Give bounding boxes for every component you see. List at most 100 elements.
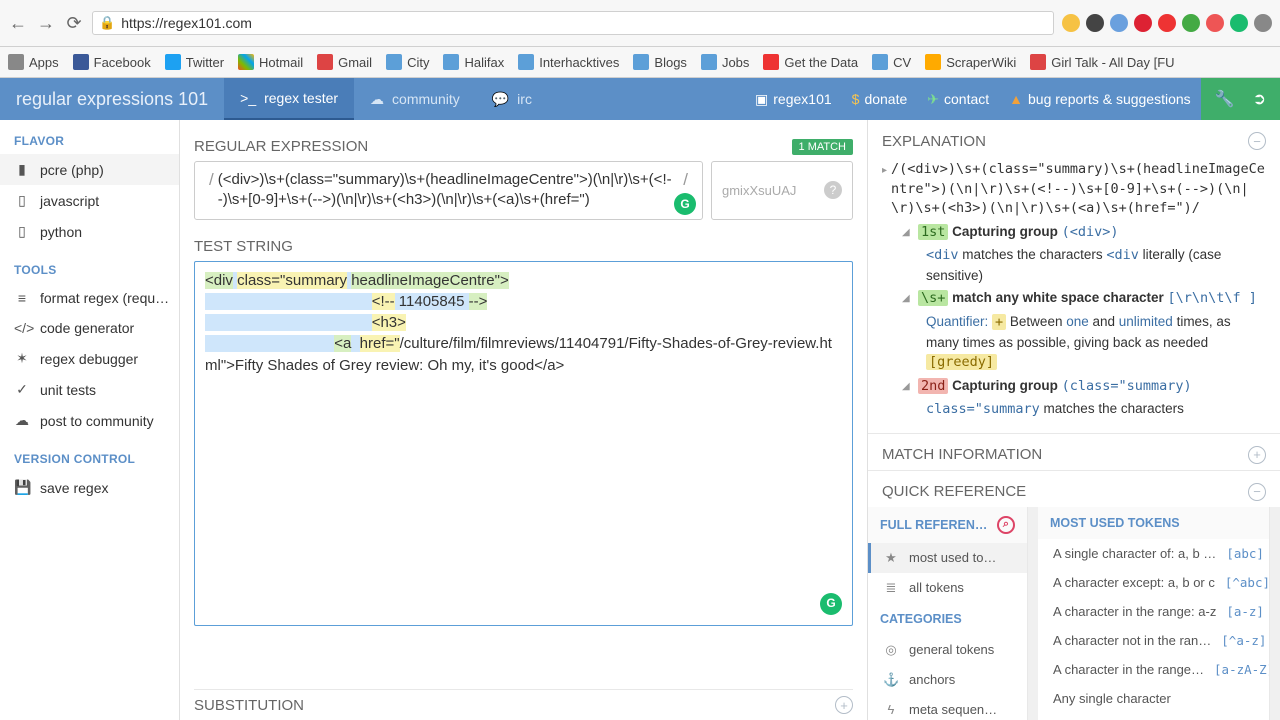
regex-input[interactable]: / (<div>)\s+(class="summary)\s+(headline… xyxy=(194,161,703,220)
qr-item-anchors[interactable]: ⚓anchors xyxy=(868,665,1027,695)
bookmark-item[interactable]: Twitter xyxy=(165,54,224,70)
scrollbar[interactable] xyxy=(1028,507,1038,720)
bookmark-item[interactable]: CV xyxy=(872,54,911,70)
sidebar-item-debugger[interactable]: ✶regex debugger xyxy=(0,343,179,374)
twitter-icon: ▣ xyxy=(755,91,768,108)
grammarly-icon[interactable]: G xyxy=(674,193,696,215)
url-bar[interactable]: 🔒 https://regex101.com xyxy=(92,11,1054,35)
cloud-icon: ☁ xyxy=(14,412,30,429)
section-substitution-head[interactable]: SUBSTITUTION + xyxy=(194,689,853,720)
bookmark-item[interactable]: Interhacktives xyxy=(518,54,619,70)
grammarly-icon[interactable]: G xyxy=(820,593,842,615)
file-icon: ▯ xyxy=(14,192,30,209)
cloud-icon: ☁ xyxy=(370,91,384,108)
wrench-icon[interactable]: 🔧 xyxy=(1215,89,1235,109)
reload-icon[interactable]: ⟳ xyxy=(64,13,84,33)
link-regex101-twitter[interactable]: ▣regex101 xyxy=(745,91,842,108)
target-icon: ◎ xyxy=(883,642,899,658)
bookmark-item[interactable]: Girl Talk - All Day [FU xyxy=(1030,54,1174,70)
sidebar-item-javascript[interactable]: ▯javascript xyxy=(0,185,179,216)
sidebar-item-format[interactable]: ≡format regex (requ… xyxy=(0,283,179,313)
bolt-icon: ϟ xyxy=(883,702,899,717)
main-layout: FLAVOR ▮pcre (php) ▯javascript ▯python T… xyxy=(0,120,1280,720)
sidebar-head-vc: VERSION CONTROL xyxy=(0,446,179,472)
link-donate[interactable]: $donate xyxy=(842,91,918,107)
top-actions: 🔧 ➲ xyxy=(1201,78,1280,120)
regex-pattern-text: (<div>)\s+(class="summary)\s+(headlineIm… xyxy=(218,170,680,211)
tri-icon[interactable]: ◢ xyxy=(902,222,914,241)
sidebar-head-tools: TOOLS xyxy=(0,257,179,283)
plus-icon[interactable]: + xyxy=(1248,446,1266,464)
save-icon: 💾 xyxy=(14,479,30,496)
tab-community[interactable]: ☁community xyxy=(354,78,476,120)
sidebar-item-codegen[interactable]: </>code generator xyxy=(0,313,179,343)
flags-placeholder: gmixXsuUAJ xyxy=(722,183,796,198)
qr-left-header: FULL REFEREN…⌕ xyxy=(868,507,1027,543)
quickref-body: FULL REFEREN…⌕ ★most used to… ≣all token… xyxy=(868,507,1280,720)
tri-icon[interactable]: ◢ xyxy=(902,376,914,395)
bookmark-item[interactable]: Facebook xyxy=(73,54,151,70)
sidebar-item-save[interactable]: 💾save regex xyxy=(0,472,179,503)
brand-logo[interactable]: regular expressions 101 xyxy=(0,89,224,110)
warning-icon: ▲ xyxy=(1009,91,1023,107)
tri-icon[interactable]: ▸ xyxy=(882,160,887,179)
qr-item-most-used[interactable]: ★most used to… xyxy=(868,543,1027,573)
scrollbar[interactable] xyxy=(1270,507,1280,720)
section-regex-head: REGULAR EXPRESSION 1 MATCH xyxy=(194,132,853,161)
sidebar-item-pcre[interactable]: ▮pcre (php) xyxy=(0,154,179,185)
qr-token-item[interactable]: A character in the range: a-z[a-z] xyxy=(1038,597,1269,626)
help-icon[interactable]: ? xyxy=(824,181,842,199)
section-matchinfo-head[interactable]: MATCH INFORMATION + xyxy=(868,433,1280,470)
quickref-right-col: MOST USED TOKENS A single character of: … xyxy=(1038,507,1270,720)
bookmarks-bar: Apps Facebook Twitter Hotmail Gmail City… xyxy=(0,47,1280,78)
link-bugs[interactable]: ▲bug reports & suggestions xyxy=(999,91,1201,107)
minus-icon[interactable]: − xyxy=(1248,483,1266,501)
browser-extensions xyxy=(1062,14,1272,32)
qr-token-item[interactable]: Any single character xyxy=(1038,684,1269,713)
dollar-icon: $ xyxy=(852,91,860,107)
match-count-badge: 1 MATCH xyxy=(792,139,853,155)
bookmark-item[interactable]: Jobs xyxy=(701,54,749,70)
tri-icon[interactable]: ◢ xyxy=(902,288,914,307)
link-contact[interactable]: ✈contact xyxy=(917,91,999,108)
qr-item-meta[interactable]: ϟmeta sequen… xyxy=(868,695,1027,720)
bookmark-item[interactable]: ScraperWiki xyxy=(925,54,1016,70)
anchor-icon: ⚓ xyxy=(883,672,899,688)
bookmark-item[interactable]: City xyxy=(386,54,429,70)
app-topbar: regular expressions 101 >_regex tester ☁… xyxy=(0,78,1280,120)
regex-close-delim: / xyxy=(679,170,692,190)
code-icon: </> xyxy=(14,320,30,336)
bookmark-item[interactable]: Blogs xyxy=(633,54,687,70)
signin-icon[interactable]: ➲ xyxy=(1253,89,1266,109)
bookmark-item[interactable]: Halifax xyxy=(443,54,504,70)
sidebar-item-post[interactable]: ☁post to community xyxy=(0,405,179,436)
qr-item-general[interactable]: ◎general tokens xyxy=(868,635,1027,665)
sidebar-item-python[interactable]: ▯python xyxy=(0,216,179,247)
search-icon[interactable]: ⌕ xyxy=(997,516,1015,534)
qr-item-all-tokens[interactable]: ≣all tokens xyxy=(868,573,1027,603)
qr-token-item[interactable]: A character not in the ran…[^a-z] xyxy=(1038,626,1269,655)
tab-regex-tester[interactable]: >_regex tester xyxy=(224,78,354,120)
sidebar-head-flavor: FLAVOR xyxy=(0,128,179,154)
bookmark-item[interactable]: Gmail xyxy=(317,54,372,70)
qr-token-item[interactable]: A character in the range…[a-zA-Z] xyxy=(1038,655,1269,684)
bug-icon: ✶ xyxy=(14,350,30,367)
chat-icon: 💬 xyxy=(492,91,509,108)
list-icon: ≡ xyxy=(14,290,30,306)
qr-token-item[interactable]: A character except: a, b or c[^abc] xyxy=(1038,568,1269,597)
bookmark-item[interactable]: Apps xyxy=(8,54,59,70)
bookmark-item[interactable]: Get the Data xyxy=(763,54,858,70)
tab-irc[interactable]: 💬irc xyxy=(476,78,548,120)
qr-token-item[interactable]: A single character of: a, b …[abc] xyxy=(1038,539,1269,568)
back-icon[interactable]: ← xyxy=(8,13,28,33)
url-host: regex101.com xyxy=(163,15,252,31)
plus-icon[interactable]: + xyxy=(835,696,853,714)
test-string-input[interactable]: <div class="summary headlineImageCentre"… xyxy=(194,261,853,626)
forward-icon[interactable]: → xyxy=(36,13,56,33)
regex-flags-input[interactable]: gmixXsuUAJ ? xyxy=(711,161,853,220)
regex-open-delim: / xyxy=(205,170,218,190)
minus-icon[interactable]: − xyxy=(1248,132,1266,150)
sidebar-item-unittests[interactable]: ✓unit tests xyxy=(0,374,179,405)
bookmark-item[interactable]: Hotmail xyxy=(238,54,303,70)
section-explain-head: EXPLANATION − xyxy=(868,120,1280,156)
